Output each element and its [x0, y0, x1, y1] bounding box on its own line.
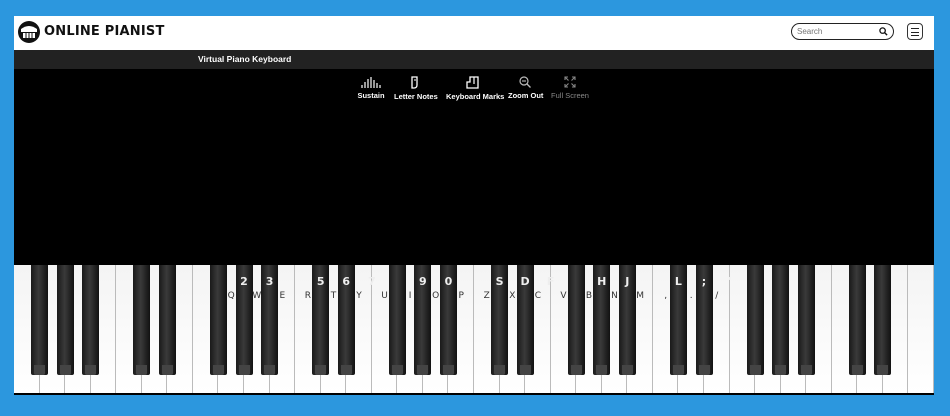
black-key[interactable] [133, 265, 151, 375]
white-key[interactable] [908, 265, 934, 393]
black-key[interactable] [874, 265, 892, 375]
black-key-label: J [625, 275, 630, 288]
white-key-label: T [330, 291, 337, 301]
white-key-label: Q [227, 291, 235, 301]
black-key-label: 6 [342, 275, 351, 288]
full-screen-label: Full Screen [551, 91, 589, 100]
white-key-label: O [432, 291, 440, 301]
hamburger-menu-button[interactable] [907, 23, 923, 40]
black-key-label: F [546, 275, 555, 288]
black-key[interactable] [772, 265, 790, 375]
top-header: ONLINE PIANIST [14, 16, 934, 50]
white-key-label: Z [483, 291, 490, 301]
brand-name[interactable]: ONLINE PIANIST [44, 24, 165, 39]
keyboard-marks-button[interactable]: Keyboard Marks [446, 76, 505, 101]
white-key-label: R [304, 291, 312, 301]
black-key[interactable] [797, 265, 815, 375]
black-key[interactable] [388, 265, 406, 375]
zoom-out-icon [519, 76, 531, 88]
black-key-label: D [520, 275, 530, 288]
full-screen-button[interactable]: Full Screen [550, 76, 590, 100]
sustain-label: Sustain [357, 91, 385, 100]
black-key-label: 5 [316, 275, 325, 288]
white-key-label: W [252, 291, 262, 301]
page-title: Virtual Piano Keyboard [198, 54, 292, 64]
zoom-out-button[interactable]: Zoom Out [508, 76, 544, 100]
white-key-label: V [560, 291, 567, 301]
sustain-button[interactable]: Sustain [356, 76, 386, 100]
sub-header: Virtual Piano Keyboard [14, 50, 934, 69]
black-key[interactable] [158, 265, 176, 375]
black-key-label: S [495, 275, 504, 288]
black-key-label: ; [701, 275, 707, 288]
white-key-label: C [534, 291, 542, 301]
white-key-label: U [381, 291, 388, 301]
app-frame: ONLINE PIANIST Virtual Piano Keyboard Su… [14, 16, 934, 395]
black-key[interactable] [746, 265, 764, 375]
full-screen-icon [564, 76, 576, 88]
white-key-label: P [458, 291, 464, 301]
white-key-label: Y [356, 291, 362, 301]
white-key-label: B [585, 291, 593, 301]
sustain-icon [361, 77, 381, 88]
search-icon[interactable] [879, 27, 888, 36]
white-key-label: . [689, 291, 693, 301]
letter-notes-button[interactable]: Letter Notes [394, 76, 438, 101]
zoom-out-label: Zoom Out [508, 91, 544, 100]
letter-notes-icon [411, 76, 418, 89]
black-key-label: H [597, 275, 607, 288]
keyboard-marks-icon [465, 76, 479, 89]
black-key-label: 2 [240, 275, 248, 288]
white-key-label: I [408, 291, 412, 301]
black-key[interactable] [82, 265, 100, 375]
search-box[interactable] [791, 23, 894, 40]
black-key-label: ' [727, 275, 732, 288]
white-key-label: , [664, 291, 668, 301]
keyboard-marks-label: Keyboard Marks [446, 92, 505, 101]
search-input[interactable] [797, 25, 877, 37]
white-key-label: E [279, 291, 286, 301]
white-key-label: N [611, 291, 618, 301]
black-key[interactable] [567, 265, 585, 375]
piano-keyboard: Q W E R T Y U I O P Z X C V B N M,. / 2 3 5 6 7 9 0 S D F H J L; ' [14, 265, 934, 395]
black-key-label: 7 [367, 275, 376, 288]
black-key[interactable] [848, 265, 866, 375]
black-key-label: 3 [265, 275, 274, 288]
black-key[interactable] [209, 265, 227, 375]
black-key-label: 9 [419, 275, 427, 288]
white-key-label: / [715, 291, 719, 301]
white-key-label: M [636, 291, 644, 301]
black-key-label: 0 [444, 275, 453, 288]
black-key[interactable] [56, 265, 74, 375]
black-key[interactable] [31, 265, 49, 375]
logo-icon[interactable] [17, 20, 41, 44]
black-key-label: L [674, 275, 682, 288]
white-key-label: X [509, 291, 516, 301]
letter-notes-label: Letter Notes [394, 92, 438, 101]
